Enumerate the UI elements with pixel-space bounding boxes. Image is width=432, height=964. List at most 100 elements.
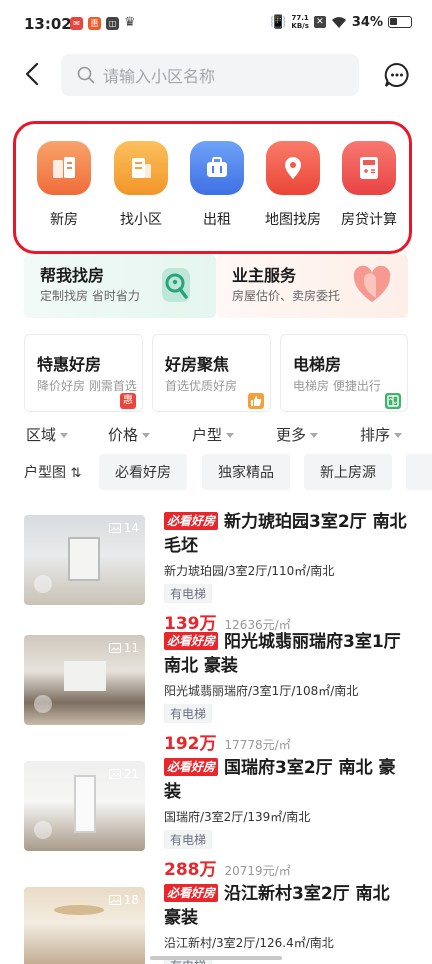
quick-entry-map-search[interactable]: 地图找房 [255, 141, 331, 229]
tag-chip-more[interactable] [406, 454, 432, 490]
quick-entry-label: 找小区 [120, 212, 162, 228]
listing-info: 必看好房 阳光城翡丽瑞府3室1厅 南北 豪装 阳光城翡丽瑞府/3室1厅/108㎡/… [164, 630, 408, 754]
image-icon [108, 643, 121, 653]
listing-title: 必看好房 国瑞府3室2厅 南北 豪装 [164, 758, 396, 802]
tag-row: 户型图 ⇅ 必看好房 独家精品 新上房源 [0, 452, 432, 490]
banner-title: 帮我找房 [40, 266, 105, 285]
search-key-icon [162, 268, 190, 302]
thumbs-up-icon [248, 393, 264, 409]
card-title: 特惠好房 [37, 355, 102, 374]
vibrate-icon: 📳 [270, 14, 287, 30]
wifi-icon [331, 16, 346, 28]
heart-house-icon [353, 265, 391, 302]
listing-item[interactable]: 11 必看好房 阳光城翡丽瑞府3室1厅 南北 豪装 阳光城翡丽瑞府/3室1厅/10… [24, 630, 408, 754]
card-elevator-homes[interactable]: 电梯房 电梯房 便捷出行 [280, 334, 408, 412]
header: 请输入小区名称 [0, 48, 432, 104]
close-notify-icon: ✕ [313, 16, 326, 28]
listing-desc: 新力琥珀园/3室2厅/110㎡/南北 [164, 564, 335, 578]
must-see-badge: 必看好房 [164, 632, 219, 650]
search-icon [77, 66, 95, 84]
listing-photo: 21 [24, 761, 145, 851]
quick-entry-label: 房贷计算 [341, 212, 397, 228]
image-icon [108, 523, 121, 533]
suitcase-icon [190, 141, 244, 195]
total-price: 288万 [164, 860, 217, 880]
battery-percent: 34% [351, 14, 383, 30]
banner-find-house-for-me[interactable]: 帮我找房 定制找房 省时省力 [24, 254, 216, 318]
filter-region[interactable]: 区域 [26, 424, 69, 445]
dropdown-arrow-icon [394, 433, 403, 438]
building-icon [114, 141, 168, 195]
listing-photo: 11 [24, 635, 145, 725]
elevator-icon [385, 393, 401, 409]
card-title: 电梯房 [293, 355, 342, 374]
listing-price: 288万 20719元/㎡ [164, 855, 408, 880]
tag-chip-exclusive[interactable]: 独家精品 [202, 454, 290, 490]
quick-entry-label: 新房 [50, 212, 78, 228]
photo-count: 21 [108, 767, 139, 781]
back-arrow-icon[interactable] [20, 60, 48, 88]
unit-price: 17778元/㎡ [224, 738, 291, 752]
vr-icon [34, 575, 52, 593]
gesture-bar [150, 956, 282, 960]
quick-entry-panel: 新房 找小区 出租 地图找房 房贷计算 [13, 121, 412, 254]
quick-entry-label: 地图找房 [265, 212, 321, 228]
listing-desc: 国瑞府/3室2厅/139㎡/南北 [164, 810, 311, 824]
card-subtitle: 电梯房 便捷出行 [293, 379, 381, 393]
tag-chip-new-listings[interactable]: 新上房源 [304, 454, 392, 490]
dropdown-arrow-icon [310, 433, 319, 438]
image-icon [108, 769, 121, 779]
banner-subtitle: 房屋估价、卖房委托 [232, 289, 341, 303]
listing-title: 必看好房 新力琥珀园3室2厅 南北 毛坯 [164, 512, 407, 556]
listing-feature-tag: 有电梯 [164, 830, 213, 849]
must-see-badge: 必看好房 [164, 512, 219, 530]
listing-title: 必看好房 阳光城翡丽瑞府3室1厅 南北 豪装 [164, 632, 401, 676]
listing-item[interactable]: 21 必看好房 国瑞府3室2厅 南北 豪装 国瑞府/3室2厅/139㎡/南北 有电… [24, 756, 408, 880]
banner-title: 业主服务 [232, 266, 297, 285]
listing-info: 必看好房 国瑞府3室2厅 南北 豪装 国瑞府/3室2厅/139㎡/南北 有电梯 2… [164, 756, 408, 880]
must-see-badge: 必看好房 [164, 758, 219, 776]
filter-more[interactable]: 更多 [276, 424, 319, 445]
search-placeholder: 请输入小区名称 [103, 67, 216, 86]
total-price: 192万 [164, 734, 217, 754]
listing-photo: 14 [24, 515, 145, 605]
listing-desc: 阳光城翡丽瑞府/3室1厅/108㎡/南北 [164, 684, 359, 698]
photo-count: 18 [108, 893, 139, 907]
tag-chip-must-see[interactable]: 必看好房 [99, 454, 187, 490]
card-title: 好房聚焦 [165, 355, 230, 374]
card-featured-homes[interactable]: 好房聚焦 首选优质好房 [152, 334, 271, 412]
listing-item[interactable]: 18 必看好房 沿江新村3室2厅 南北 豪装 沿江新村/3室2厅/126.4㎡/南… [24, 882, 408, 964]
card-subtitle: 降价好房 刚需首选 [37, 379, 137, 393]
listing-feature-tag: 有电梯 [164, 584, 213, 603]
new-house-icon [37, 141, 91, 195]
notification-icon: ◫ [106, 17, 119, 30]
photo-count: 11 [108, 641, 139, 655]
banner-subtitle: 定制找房 省时省力 [40, 289, 140, 303]
listing-photo: 18 [24, 887, 145, 964]
listing-title: 必看好房 沿江新村3室2厅 南北 豪装 [164, 884, 390, 928]
quick-entry-mortgage-calculator[interactable]: 房贷计算 [331, 141, 407, 229]
card-special-offer[interactable]: 特惠好房 降价好房 刚需首选 惠 [24, 334, 143, 412]
filter-layout[interactable]: 户型 [192, 424, 235, 445]
vr-icon [34, 695, 52, 713]
crown-icon: ♛ [124, 15, 136, 30]
notification-icon: 惠 [88, 17, 101, 30]
listing-item[interactable]: 14 必看好房 新力琥珀园3室2厅 南北 毛坯 新力琥珀园/3室2厅/110㎡/南… [24, 510, 408, 634]
image-icon [108, 895, 121, 905]
filter-price[interactable]: 价格 [108, 424, 151, 445]
quick-entry-rent[interactable]: 出租 [179, 141, 255, 229]
quick-entry-new-house[interactable]: 新房 [26, 141, 102, 229]
battery-icon [388, 16, 412, 28]
listing-feature-tag: 有电梯 [164, 704, 213, 723]
banner-owner-service[interactable]: 业主服务 房屋估价、卖房委托 [216, 254, 408, 318]
message-icon[interactable] [384, 62, 410, 88]
search-input[interactable]: 请输入小区名称 [61, 54, 359, 96]
must-see-badge: 必看好房 [164, 884, 219, 902]
filter-bar: 区域 价格 户型 更多 排序 [0, 420, 432, 450]
quick-entry-find-community[interactable]: 找小区 [103, 141, 179, 229]
listing-desc: 沿江新村/3室2厅/126.4㎡/南北 [164, 936, 334, 950]
filter-sort[interactable]: 排序 [360, 424, 403, 445]
quick-entry-label: 出租 [203, 212, 231, 228]
floor-plan-toggle[interactable]: 户型图 ⇅ [24, 462, 81, 482]
dropdown-arrow-icon [60, 433, 69, 438]
